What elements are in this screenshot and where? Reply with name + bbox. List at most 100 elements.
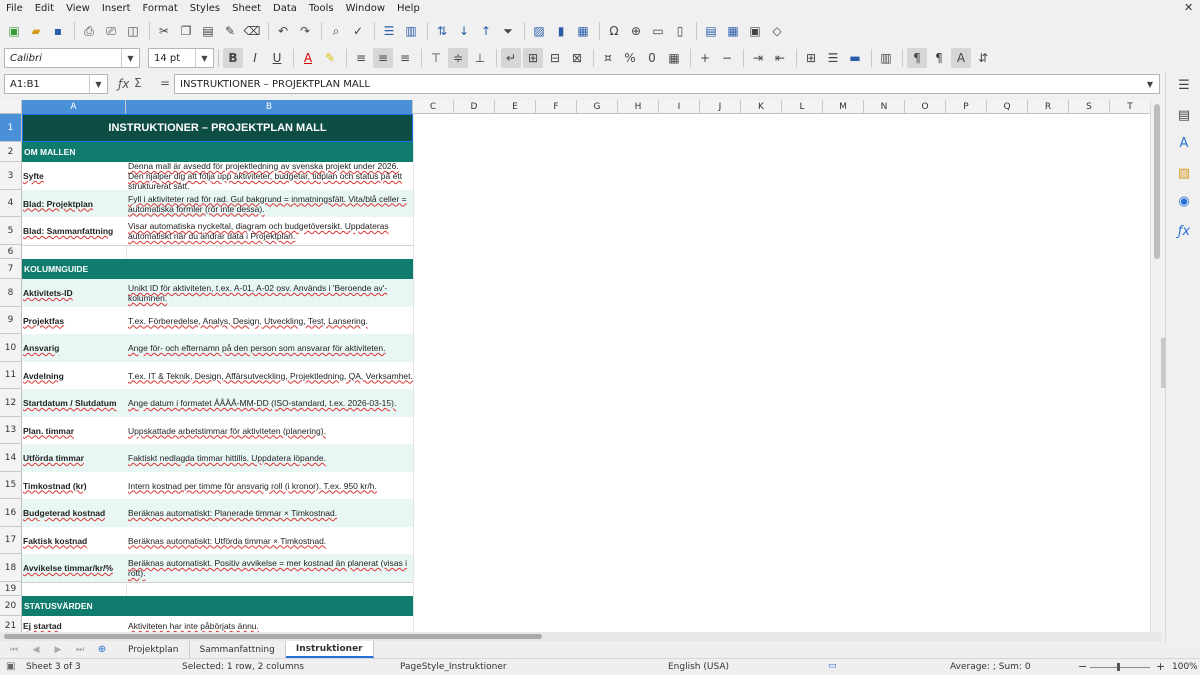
font-name-combo[interactable]: Calibri ▼ bbox=[4, 48, 140, 68]
paste-icon[interactable]: ▤ bbox=[198, 21, 218, 41]
vertical-scroll-thumb[interactable] bbox=[1154, 104, 1160, 259]
expand-formula-icon[interactable]: ▼ bbox=[1141, 75, 1159, 93]
first-sheet-icon[interactable]: ⏮ bbox=[4, 640, 24, 660]
cell-description[interactable]: T.ex. IT & Teknik, Design, Affärsutveckl… bbox=[126, 362, 413, 389]
right-to-left-icon[interactable]: ¶ bbox=[929, 48, 949, 68]
align-middle-icon[interactable]: ≑ bbox=[448, 48, 468, 68]
cell-label[interactable]: Blad: Sammanfattning bbox=[22, 217, 126, 245]
spelling-icon[interactable]: ✓ bbox=[348, 21, 368, 41]
horizontal-scrollbar[interactable] bbox=[0, 632, 1162, 641]
column-header-b[interactable]: B bbox=[126, 100, 413, 114]
column-header-c[interactable]: C bbox=[413, 100, 454, 114]
bold-icon[interactable]: B bbox=[223, 48, 243, 68]
column-icon[interactable]: ▥ bbox=[401, 21, 421, 41]
date-format-icon[interactable]: ▦ bbox=[664, 48, 684, 68]
open-folder-icon[interactable]: ▰ bbox=[26, 21, 46, 41]
tab-instruktioner[interactable]: Instruktioner bbox=[285, 641, 374, 658]
title-cell[interactable]: INSTRUKTIONER – PROJEKTPLAN MALL bbox=[22, 114, 413, 142]
row-header[interactable]: 20 bbox=[0, 596, 22, 616]
cell-label[interactable]: Plan. timmar bbox=[22, 417, 126, 444]
delete-decimal-icon[interactable]: − bbox=[717, 48, 737, 68]
cell-label[interactable]: Budgeterad kostnad bbox=[22, 499, 126, 527]
menu-sheet[interactable]: Sheet bbox=[232, 3, 261, 14]
cell-description[interactable]: Ange för- och efternamn på den person so… bbox=[126, 334, 413, 362]
cell-description[interactable]: Denna mall är avsedd för projektledning … bbox=[126, 162, 413, 190]
menu-styles[interactable]: Styles bbox=[190, 3, 220, 14]
gallery-icon[interactable]: ▨ bbox=[1175, 164, 1193, 182]
redo-icon[interactable]: ↷ bbox=[295, 21, 315, 41]
row-header[interactable]: 21 bbox=[0, 616, 22, 632]
border-color-icon[interactable]: ▬ bbox=[845, 48, 865, 68]
menu-help[interactable]: Help bbox=[397, 3, 420, 14]
tab-projektplan[interactable]: Projektplan bbox=[118, 641, 190, 658]
column-header-e[interactable]: E bbox=[495, 100, 536, 114]
name-box[interactable]: A1:B1 ▼ bbox=[4, 74, 108, 94]
menu-edit[interactable]: Edit bbox=[35, 3, 54, 14]
row-header[interactable]: 14 bbox=[0, 444, 22, 472]
tab-sammanfattning[interactable]: Sammanfattning bbox=[190, 641, 286, 658]
cell-label[interactable]: Faktisk kostnad bbox=[22, 527, 126, 554]
show-draw-functions-icon[interactable]: ◇ bbox=[767, 21, 787, 41]
export-pdf-icon[interactable]: ⎙ bbox=[79, 21, 99, 41]
merge-center-icon[interactable]: ⊞ bbox=[523, 48, 543, 68]
font-size-combo[interactable]: 14 pt ▼ bbox=[148, 48, 214, 68]
row-header[interactable]: 3 bbox=[0, 162, 22, 190]
align-top-icon[interactable]: ⊤ bbox=[426, 48, 446, 68]
cell-description[interactable]: Aktiviteten har inte påbörjats ännu. bbox=[126, 616, 413, 632]
row-header[interactable]: 4 bbox=[0, 190, 22, 217]
sort-ascending-icon[interactable]: ↓ bbox=[454, 21, 474, 41]
autofilter-icon[interactable]: ⏷ bbox=[498, 21, 518, 41]
split-window-icon[interactable]: ▣ bbox=[745, 21, 765, 41]
menu-window[interactable]: Window bbox=[346, 3, 385, 14]
close-window-icon[interactable]: ✕ bbox=[1184, 1, 1193, 14]
menu-file[interactable]: File bbox=[6, 3, 23, 14]
cell-description[interactable]: Beräknas automatiskt: Planerade timmar ×… bbox=[126, 499, 413, 527]
zoom-level[interactable]: 100% bbox=[1172, 662, 1198, 672]
function-wizard-icon[interactable]: ƒx bbox=[118, 77, 129, 91]
cell-label[interactable]: Ej startad bbox=[22, 616, 126, 632]
formula-input[interactable]: INSTRUKTIONER – PROJEKTPLAN MALL ▼ bbox=[174, 74, 1160, 94]
cell-label[interactable]: Timkostnad (kr) bbox=[22, 472, 126, 499]
menu-insert[interactable]: Insert bbox=[102, 3, 131, 14]
chevron-down-icon[interactable]: ▼ bbox=[195, 49, 213, 67]
column-header-t[interactable]: T bbox=[1110, 100, 1151, 114]
cell-label[interactable]: Aktivitets-ID bbox=[22, 279, 126, 307]
hyperlink-icon[interactable]: ⊕ bbox=[626, 21, 646, 41]
unmerge-cells-icon[interactable]: ⊠ bbox=[567, 48, 587, 68]
borders-icon[interactable]: ⊞ bbox=[801, 48, 821, 68]
zoom-slider[interactable] bbox=[1090, 667, 1150, 668]
left-to-right-icon[interactable]: ¶ bbox=[907, 48, 927, 68]
row-header[interactable]: 13 bbox=[0, 417, 22, 444]
column-header-r[interactable]: R bbox=[1028, 100, 1069, 114]
cut-icon[interactable]: ✂ bbox=[154, 21, 174, 41]
select-all-corner[interactable] bbox=[0, 100, 22, 114]
align-center-icon[interactable]: ≡ bbox=[373, 48, 393, 68]
cell-description[interactable]: Unikt ID för aktiviteten, t.ex. A-01, A-… bbox=[126, 279, 413, 307]
percent-icon[interactable]: % bbox=[620, 48, 640, 68]
cell-description[interactable]: Beräknas automatiskt. Positiv avvikelse … bbox=[126, 554, 413, 582]
formula-icon[interactable]: = bbox=[160, 76, 170, 90]
column-header-q[interactable]: Q bbox=[987, 100, 1028, 114]
row-header[interactable]: 19 bbox=[0, 582, 22, 596]
cell-label[interactable]: Avvikelse timmar/kr/% bbox=[22, 554, 126, 582]
cell-label[interactable]: Ansvarig bbox=[22, 334, 126, 362]
properties-icon[interactable]: ▤ bbox=[1175, 106, 1193, 124]
row-header[interactable]: 8 bbox=[0, 279, 22, 307]
sort-icon[interactable]: ⇅ bbox=[432, 21, 452, 41]
menu-format[interactable]: Format bbox=[143, 3, 178, 14]
pivot-table-icon[interactable]: ▦ bbox=[573, 21, 593, 41]
section-header-om-mallen[interactable]: OM MALLEN bbox=[22, 142, 413, 162]
new-document-icon[interactable]: ▣ bbox=[4, 21, 24, 41]
row-header[interactable]: 15 bbox=[0, 472, 22, 499]
cell-label[interactable]: Blad: Projektplan bbox=[22, 190, 126, 217]
sort-descending-icon[interactable]: ↑ bbox=[476, 21, 496, 41]
last-sheet-icon[interactable]: ⏭ bbox=[70, 640, 90, 660]
text-direction-icon[interactable]: ⇵ bbox=[973, 48, 993, 68]
highlight-icon[interactable]: ✎ bbox=[320, 48, 340, 68]
clear-formatting-icon[interactable]: ⌫ bbox=[242, 21, 262, 41]
undo-icon[interactable]: ↶ bbox=[273, 21, 293, 41]
zoom-slider-handle[interactable] bbox=[1117, 663, 1120, 671]
cell-description[interactable]: Visar automatiska nyckeltal, diagram och… bbox=[126, 217, 413, 245]
column-header-a[interactable]: A bbox=[22, 100, 126, 114]
row-header[interactable]: 2 bbox=[0, 142, 22, 162]
